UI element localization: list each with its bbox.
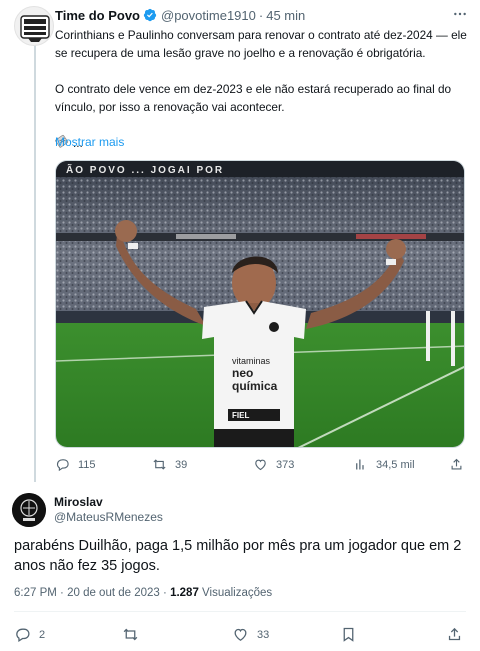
tweet-paragraph-2: O contrato dele vence em dez-2023 e ele … xyxy=(55,82,452,114)
reply-text: parabéns Duilhão, paga 1,5 milhão por mê… xyxy=(14,538,462,574)
player-celebration-image: ÃO POVO ... JOGAI POR vitaminas neo quím… xyxy=(56,161,464,447)
share-icon xyxy=(448,627,461,641)
reply-button[interactable]: 115 xyxy=(55,457,96,472)
miroslav-avatar[interactable] xyxy=(12,493,46,527)
author-name[interactable]: Time do Povo xyxy=(55,8,140,23)
more-options-icon[interactable] xyxy=(452,6,468,22)
separator-dot: · xyxy=(163,587,167,599)
verified-badge-icon xyxy=(143,8,157,22)
time-do-povo-avatar[interactable] xyxy=(14,6,54,46)
sponsor-text-1: vitaminas xyxy=(232,356,271,366)
views-count: 34,5 mil xyxy=(376,458,415,471)
like-button[interactable]: 373 xyxy=(253,457,294,472)
quoted-tweet[interactable]: Time do Povo @povotime1910 · 45 min Cori… xyxy=(0,0,480,484)
reply-author-name[interactable]: Miroslav xyxy=(54,495,103,509)
reply-views-label: Visualizações xyxy=(202,587,273,599)
reply-count: 2 xyxy=(39,628,46,641)
reply-views-count: 1.287 xyxy=(170,587,199,599)
reply-author-handle[interactable]: @MateusRMenezes xyxy=(54,510,163,524)
reply-icon xyxy=(16,628,30,643)
bookmark-button[interactable] xyxy=(340,626,365,643)
tweet-text: Corinthians e Paulinho conversam para re… xyxy=(55,26,467,152)
sponsor-text-4: FIEL xyxy=(232,411,249,420)
sponsor-text-3: química xyxy=(232,379,278,393)
repost-button[interactable] xyxy=(122,626,147,643)
like-count: 373 xyxy=(276,458,295,471)
repost-icon xyxy=(123,628,138,641)
repost-count: 39 xyxy=(175,458,188,471)
heart-icon xyxy=(255,459,266,471)
separator-dot: · xyxy=(258,7,264,23)
separator-dot: · xyxy=(60,587,64,599)
tweet-paragraph-1: Corinthians e Paulinho conversam para re… xyxy=(55,28,467,60)
reply-button[interactable]: 2 xyxy=(14,626,45,643)
tweet-header: Time do Povo @povotime1910 · 45 min xyxy=(55,6,305,24)
corinthians-crest-icon xyxy=(12,493,46,527)
share-button[interactable] xyxy=(449,457,472,472)
reply-actions: 2 33 xyxy=(14,626,466,644)
tweet-time[interactable]: 45 min xyxy=(266,8,305,23)
thread-line xyxy=(34,42,36,482)
reply-time[interactable]: 6:27 PM xyxy=(14,587,57,599)
reply-count: 115 xyxy=(78,458,96,471)
heart-icon xyxy=(234,628,247,641)
like-button[interactable]: 33 xyxy=(232,626,269,643)
share-icon xyxy=(451,458,462,470)
views-icon xyxy=(356,459,364,470)
time-do-povo-logo-icon xyxy=(20,15,50,42)
author-handle[interactable]: @povotime1910 xyxy=(161,8,256,23)
bookmark-icon xyxy=(343,627,354,642)
like-count: 33 xyxy=(257,628,270,641)
share-button[interactable] xyxy=(446,626,471,643)
reply-date[interactable]: 20 de out de 2023 xyxy=(67,587,160,599)
repost-button[interactable]: 39 xyxy=(152,457,187,472)
views-button[interactable]: 34,5 mil xyxy=(353,457,415,472)
tweet-actions: 115 39 373 34,5 mil xyxy=(55,457,470,475)
divider xyxy=(14,611,466,612)
reply-icon xyxy=(56,459,69,472)
repost-icon xyxy=(153,459,166,470)
reply-meta: 6:27 PM · 20 de out de 2023 · 1.287 Visu… xyxy=(14,587,272,599)
tweet-photo[interactable]: ÃO POVO ... JOGAI POR vitaminas neo quím… xyxy=(55,160,465,448)
sponsor-text-2: neo xyxy=(232,366,253,380)
show-more-link[interactable]: Mostrar mais xyxy=(55,135,124,149)
stadium-banner: ÃO POVO ... JOGAI POR xyxy=(66,163,224,176)
